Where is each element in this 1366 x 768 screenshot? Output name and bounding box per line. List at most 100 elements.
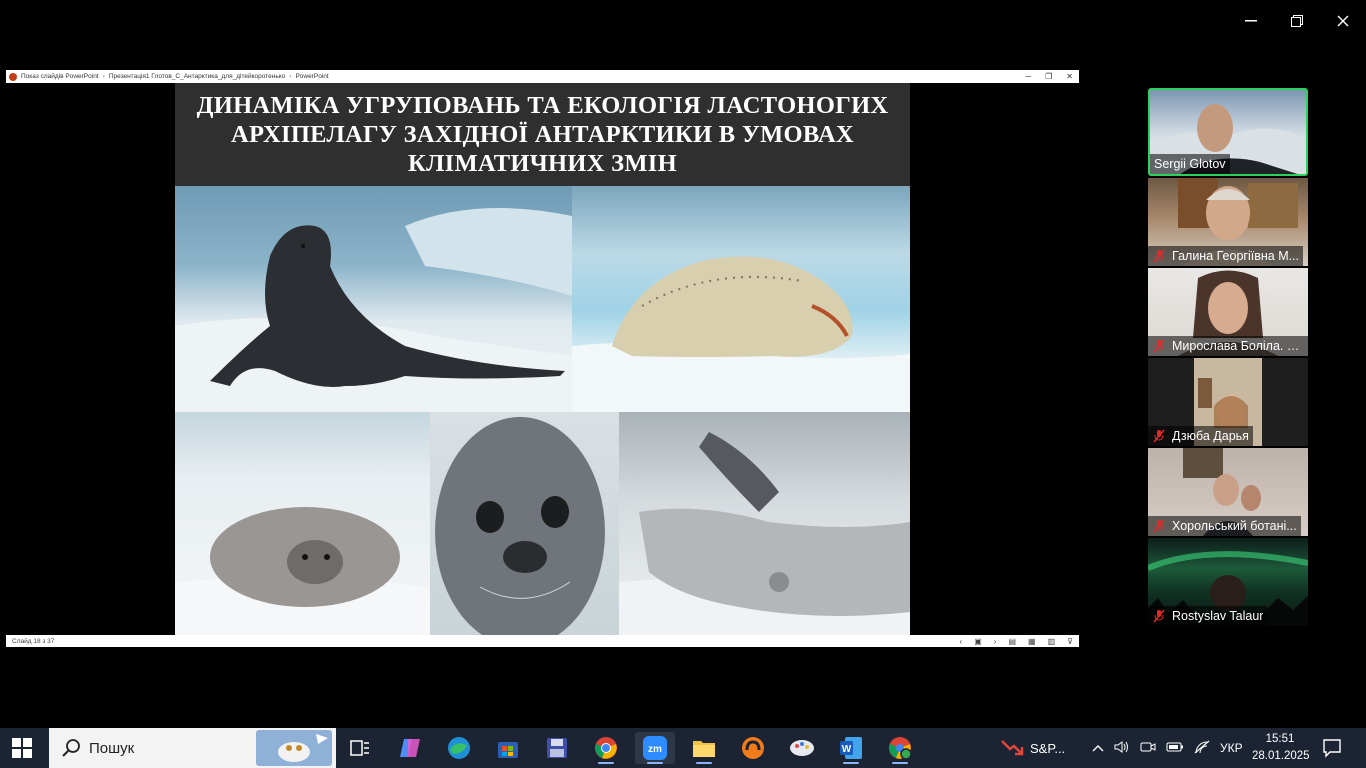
search-highlight-image-icon [256,730,332,766]
edge-icon [448,737,470,759]
sorter-view-icon[interactable]: ▦ [1028,637,1036,646]
mic-muted-icon [1152,429,1166,443]
ppt-restore-icon[interactable]: ❐ [1045,72,1052,81]
copilot-button[interactable] [390,732,430,764]
participant-name-row: Дзюба Дарья [1148,426,1253,446]
participant-name-row: Галина Георгіївна М... [1148,246,1304,266]
participant-tile-sergii-glotov[interactable]: Sergii Glotov [1148,88,1308,176]
battery-icon[interactable] [1166,741,1184,756]
running-indicator [647,762,663,764]
wifi-icon[interactable] [1194,740,1210,757]
palette-icon [790,740,814,756]
notifications-button[interactable] [1322,738,1342,758]
svg-text:W: W [842,744,852,755]
participant-name-row: Хорольський ботані... [1148,516,1301,536]
mic-muted-icon [1152,339,1166,353]
slide-counter: Слайд 18 з 37 [12,637,55,645]
titlebar-separator-icon: › [102,73,105,80]
microsoft-store-button[interactable] [488,732,528,764]
participant-name: Галина Георгіївна М... [1172,249,1300,263]
slide[interactable]: ДИНАМІКА УГРУПОВАНЬ ТА ЕКОЛОГІЯ ЛАСТОНОГ… [175,83,910,635]
edge-button[interactable] [439,732,479,764]
screen: Показ слайдів PowerPoint › Презентація1 … [0,0,1366,768]
close-button[interactable] [1330,8,1356,34]
chrome-profile-icon [889,737,912,760]
show-hidden-icons-chevron-icon[interactable] [1092,741,1104,755]
slide-title: ДИНАМІКА УГРУПОВАНЬ ТА ЕКОЛОГІЯ ЛАСТОНОГ… [185,91,900,178]
powerpoint-logo-icon [9,72,17,81]
participant-tile-rostyslav[interactable]: Rostyslav Talaur [1148,538,1308,626]
taskbar-search[interactable]: Пошук [49,728,336,768]
windows-logo-icon [12,738,32,758]
fur-seal-photo [175,186,572,412]
running-indicator [843,762,859,764]
clock[interactable]: 15:51 28.01.2025 [1252,731,1310,765]
save-app-button[interactable] [537,732,577,764]
word-button[interactable]: W [831,732,871,764]
titlebar-file-name: Презентація1 Глотов_С_Антарктика_для_діт… [108,73,286,80]
participant-tile-myroslava[interactable]: Мирослава Боліла. В... [1148,268,1308,356]
mic-muted-icon [1152,519,1166,533]
running-indicator [696,762,712,764]
previous-slide-icon[interactable]: ‹ [960,637,963,646]
minimize-icon [1245,20,1257,22]
titlebar-separator-icon: › [289,73,292,80]
participant-name-row: Rostyslav Talaur [1148,606,1268,626]
chrome-profile-button[interactable] [880,732,920,764]
slide-menu-icon[interactable]: ▣ [974,637,982,646]
participant-tile-dziuba[interactable]: Дзюба Дарья [1148,358,1308,446]
task-view-button[interactable] [340,732,380,764]
notification-icon [1323,739,1341,758]
zoom-button[interactable]: zm [635,732,675,764]
normal-view-icon[interactable]: ▤ [1008,637,1016,646]
participant-tile-halyna[interactable]: Галина Георгіївна М... [1148,178,1308,266]
titlebar-app-name: PowerPoint [295,73,329,80]
participant-name: Sergii Glotov [1154,157,1226,171]
next-slide-icon[interactable]: › [994,637,997,646]
participant-name: Хорольський ботані... [1172,519,1297,533]
language-indicator[interactable]: УКР [1220,741,1243,755]
svg-text:zm: zm [648,744,662,755]
restore-button[interactable] [1284,8,1310,34]
restore-icon [1291,15,1303,27]
camera-icon[interactable] [1140,740,1156,757]
volume-icon[interactable] [1114,740,1130,757]
powerpoint-slideshow-window: Показ слайдів PowerPoint › Презентація1 … [6,70,1079,647]
close-icon [1337,15,1349,27]
leopard-seal-photo [572,186,910,412]
file-explorer-button[interactable] [684,732,724,764]
task-view-icon [350,740,369,756]
minimize-button[interactable] [1238,8,1264,34]
orange-app-button[interactable] [733,732,773,764]
titlebar-app-mode: Показ слайдів PowerPoint [21,73,99,80]
seal-face-photo [430,412,619,635]
seal-flipper-photo [619,412,910,635]
slide-title-line: КЛІМАТИЧНИХ ЗМІН [408,150,677,177]
clock-date: 28.01.2025 [1252,750,1310,762]
start-button[interactable] [12,738,32,758]
running-indicator [598,762,614,764]
chrome-button[interactable] [586,732,626,764]
slideshow-view-icon[interactable]: ⊽ [1067,637,1073,646]
participant-name-row: Мирослава Боліла. В... [1148,336,1308,356]
stock-widget[interactable]: S&P... [1000,732,1065,764]
ppt-minimize-icon[interactable]: ─ [1025,72,1031,81]
slide-title-line: АРХІПЕЛАГУ ЗАХІДНОЇ АНТАРКТИКИ В УМОВАХ [231,121,854,148]
running-indicator [892,762,908,764]
participant-name-row: Sergii Glotov [1150,154,1230,174]
stock-widget-label: S&P... [1030,740,1066,756]
system-tray: УКР [1092,728,1243,768]
participant-tile-khorolskyi[interactable]: Хорольський ботані... [1148,448,1308,536]
headset-app-icon [742,737,764,759]
paint-app-button[interactable] [782,732,822,764]
status-bar-controls: ‹ ▣ › ▤ ▦ ▥ ⊽ [960,635,1073,647]
chrome-icon [595,737,617,759]
reading-view-icon[interactable]: ▥ [1048,637,1056,646]
folder-icon [693,741,715,757]
stock-down-icon [1001,740,1024,756]
participant-name: Rostyslav Talaur [1172,609,1264,623]
ppt-close-icon[interactable]: ✕ [1066,72,1073,81]
participant-name: Мирослава Боліла. В... [1172,339,1304,353]
mic-muted-icon [1152,609,1166,623]
clock-time: 15:51 [1265,733,1295,745]
